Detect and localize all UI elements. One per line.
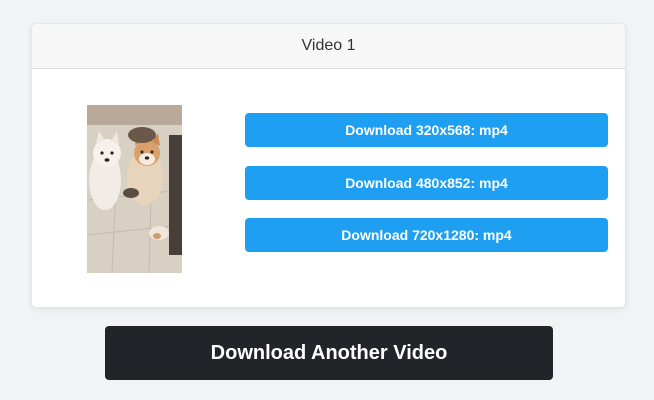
download-another-video-button[interactable]: Download Another Video	[105, 326, 553, 380]
download-720x1280-button[interactable]: Download 720x1280: mp4	[245, 218, 608, 252]
video-thumbnail	[87, 105, 182, 273]
card-header: Video 1	[32, 24, 625, 69]
video-card: Video 1 Download 320x568: mp4 Download 4…	[31, 23, 626, 308]
download-480x852-button[interactable]: Download 480x852: mp4	[245, 166, 608, 200]
video-title: Video 1	[301, 37, 356, 54]
download-320x568-button[interactable]: Download 320x568: mp4	[245, 113, 608, 147]
